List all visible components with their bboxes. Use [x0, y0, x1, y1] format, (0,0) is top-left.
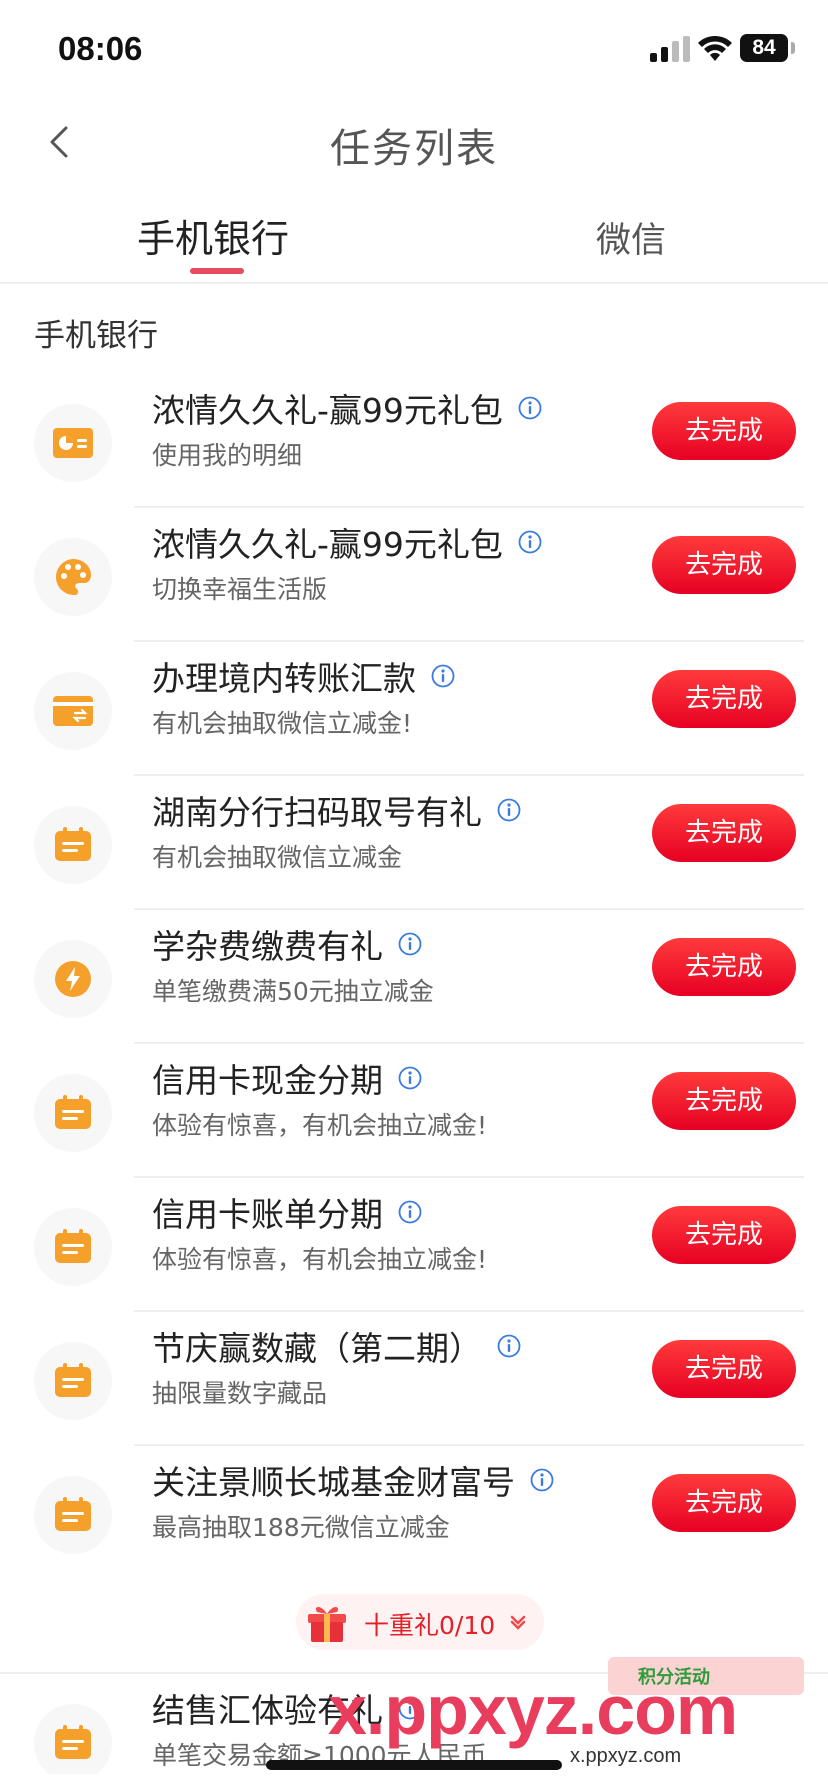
lightning-icon: [55, 961, 91, 997]
status-time: 08:06: [58, 30, 143, 67]
calendar-icon: [55, 1497, 91, 1531]
task-title-row: 办理境内转账汇款: [152, 652, 455, 698]
task-title: 湖南分行扫码取号有礼: [152, 793, 482, 832]
task-title: 办理境内转账汇款: [152, 659, 416, 698]
info-icon[interactable]: [398, 1066, 422, 1090]
watermark: 积分活动 x.ppxyz.com x.ppxyz.com: [322, 1657, 816, 1767]
battery-cap: [791, 42, 795, 54]
task-item: 湖南分行扫码取号有礼 有机会抽取微信立减金 去完成: [0, 776, 828, 910]
info-icon[interactable]: [530, 1468, 554, 1492]
watermark-subtext: x.ppxyz.com: [570, 1745, 682, 1767]
section-title: 手机银行: [34, 318, 158, 354]
gift-progress-label: 十重礼0/10: [364, 1611, 496, 1640]
complete-task-button[interactable]: 去完成: [652, 536, 796, 594]
complete-task-button[interactable]: 去完成: [652, 804, 796, 862]
calendar-icon: [55, 1229, 91, 1263]
task-list: 浓情久久礼-赢99元礼包 使用我的明细 去完成 浓情久久礼-赢99元礼包 切换幸…: [0, 374, 828, 1774]
task-subtitle: 单笔缴费满50元抽立减金: [152, 977, 434, 1006]
task-item: 办理境内转账汇款 有机会抽取微信立减金! 去完成: [0, 642, 828, 776]
task-icon-wrap: [34, 672, 112, 750]
task-icon-wrap: [34, 1342, 112, 1420]
active-tab-indicator: [190, 268, 244, 274]
calendar-icon: [55, 1363, 91, 1397]
complete-task-button[interactable]: 去完成: [652, 1340, 796, 1398]
task-icon-wrap: [34, 404, 112, 482]
tab-bar: 手机银行 微信: [0, 196, 828, 284]
watermark-text: x.ppxyz.com: [328, 1671, 738, 1749]
calendar-icon: [55, 1725, 91, 1759]
task-title: 信用卡现金分期: [152, 1061, 383, 1100]
task-subtitle: 抽限量数字藏品: [152, 1379, 328, 1408]
battery-indicator: 84: [740, 34, 788, 62]
task-title: 学杂费缴费有礼: [152, 927, 383, 966]
task-icon-wrap: [34, 538, 112, 616]
task-icon-wrap: [34, 1074, 112, 1152]
task-subtitle: 最高抽取188元微信立减金: [152, 1513, 450, 1542]
page-title: 任务列表: [330, 126, 498, 172]
task-icon-wrap: [34, 1476, 112, 1554]
task-title: 关注景顺长城基金财富号: [152, 1463, 515, 1502]
tab-mobile-banking[interactable]: 手机银行: [137, 208, 289, 263]
task-title-row: 信用卡现金分期: [152, 1054, 422, 1100]
gift-progress-pill[interactable]: 十重礼0/10: [296, 1594, 544, 1650]
pie-chart-card-icon: [53, 428, 93, 458]
task-title-row: 浓情久久礼-赢99元礼包: [152, 518, 542, 564]
nav-bar: 任务列表: [0, 96, 828, 192]
info-icon[interactable]: [398, 1200, 422, 1224]
task-item: 信用卡现金分期 体验有惊喜，有机会抽立减金! 去完成: [0, 1044, 828, 1178]
calendar-icon: [55, 827, 91, 861]
wifi-icon: [698, 35, 732, 61]
task-subtitle: 体验有惊喜，有机会抽立减金!: [152, 1245, 488, 1274]
task-item: 浓情久久礼-赢99元礼包 使用我的明细 去完成: [0, 374, 828, 508]
task-title-row: 学杂费缴费有礼: [152, 920, 422, 966]
complete-task-button[interactable]: 去完成: [652, 402, 796, 460]
complete-task-button[interactable]: 去完成: [652, 1072, 796, 1130]
transfer-card-icon: [53, 696, 93, 726]
task-item: 信用卡账单分期 体验有惊喜，有机会抽立减金! 去完成: [0, 1178, 828, 1312]
palette-icon: [55, 559, 91, 596]
task-icon-wrap: [34, 1208, 112, 1286]
task-icon-wrap: [34, 806, 112, 884]
info-icon[interactable]: [431, 664, 455, 688]
info-icon[interactable]: [398, 932, 422, 956]
tab-wechat[interactable]: 微信: [596, 212, 666, 263]
task-icon-wrap: [34, 1704, 112, 1774]
task-subtitle: 切换幸福生活版: [152, 575, 328, 604]
task-title: 节庆赢数藏（第二期）: [152, 1329, 482, 1368]
task-title-row: 关注景顺长城基金财富号: [152, 1456, 554, 1502]
complete-task-button[interactable]: 去完成: [652, 1474, 796, 1532]
info-icon[interactable]: [518, 530, 542, 554]
calendar-icon: [55, 1095, 91, 1129]
task-subtitle: 有机会抽取微信立减金: [152, 843, 403, 872]
complete-task-button[interactable]: 去完成: [652, 670, 796, 728]
task-title: 信用卡账单分期: [152, 1195, 383, 1234]
task-item: 关注景顺长城基金财富号 最高抽取188元微信立减金 去完成: [0, 1446, 828, 1580]
cellular-signal-icon: [650, 36, 690, 62]
task-icon-wrap: [34, 940, 112, 1018]
task-title-row: 节庆赢数藏（第二期）: [152, 1322, 521, 1368]
info-icon[interactable]: [497, 1334, 521, 1358]
status-bar: 08:06 84: [0, 0, 828, 96]
info-icon[interactable]: [518, 396, 542, 420]
task-subtitle: 体验有惊喜，有机会抽立减金!: [152, 1111, 488, 1140]
task-title: 浓情久久礼-赢99元礼包: [152, 525, 503, 564]
complete-task-button[interactable]: 去完成: [652, 938, 796, 996]
task-title-row: 湖南分行扫码取号有礼: [152, 786, 521, 832]
task-item: 节庆赢数藏（第二期） 抽限量数字藏品 去完成: [0, 1312, 828, 1446]
task-title: 浓情久久礼-赢99元礼包: [152, 391, 503, 430]
task-item: 学杂费缴费有礼 单笔缴费满50元抽立减金 去完成: [0, 910, 828, 1044]
task-title-row: 信用卡账单分期: [152, 1188, 422, 1234]
task-title-row: 浓情久久礼-赢99元礼包: [152, 384, 542, 430]
chevron-down-icon: [510, 1615, 526, 1630]
complete-task-button[interactable]: 去完成: [652, 1206, 796, 1264]
home-indicator[interactable]: [266, 1760, 562, 1770]
gift-icon: [308, 1607, 346, 1642]
task-item: 浓情久久礼-赢99元礼包 切换幸福生活版 去完成: [0, 508, 828, 642]
info-icon[interactable]: [497, 798, 521, 822]
task-subtitle: 使用我的明细: [152, 441, 303, 470]
task-subtitle: 有机会抽取微信立减金!: [152, 709, 413, 738]
